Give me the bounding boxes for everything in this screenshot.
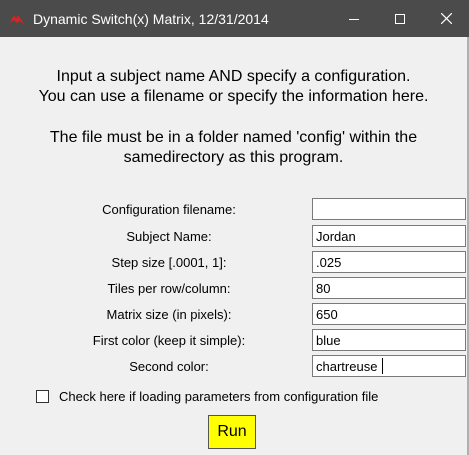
close-icon bbox=[440, 13, 452, 24]
title-bar: Dynamic Switch(x) Matrix, 12/31/2014 bbox=[0, 0, 469, 37]
instruction-line: You can use a filename or specify the in… bbox=[38, 88, 429, 105]
instruction-line: Input a subject name AND specify a confi… bbox=[56, 68, 411, 85]
field-label: Step size [.0001, 1]: bbox=[111, 255, 227, 270]
minimize-icon bbox=[349, 18, 359, 20]
instruction-line: samedirectory as this program. bbox=[123, 149, 344, 166]
field-label: Tiles per row/column: bbox=[107, 281, 231, 296]
text-caret bbox=[382, 358, 383, 374]
field-label: Subject Name: bbox=[126, 229, 212, 244]
matrix-size-input[interactable] bbox=[312, 303, 466, 325]
form-row-config-filename: Configuration filename: bbox=[0, 198, 467, 224]
form-row-tiles-per-row: Tiles per row/column: bbox=[0, 277, 467, 303]
run-button[interactable]: Run bbox=[208, 415, 256, 449]
maximize-icon bbox=[395, 13, 405, 24]
form-row-first-color: First color (keep it simple): bbox=[0, 329, 467, 355]
field-label: Second color: bbox=[129, 359, 209, 374]
field-label: First color (keep it simple): bbox=[92, 333, 246, 348]
field-label: Configuration filename: bbox=[102, 202, 236, 217]
instructions-block: Input a subject name AND specify a confi… bbox=[0, 67, 467, 107]
config-file-checkbox-row[interactable]: Check here if loading parameters from co… bbox=[36, 387, 378, 405]
form-row-second-color: Second color: bbox=[0, 355, 467, 381]
tiles-per-row-input[interactable] bbox=[312, 277, 466, 299]
config-file-checkbox[interactable] bbox=[36, 389, 49, 403]
subject-name-input[interactable] bbox=[312, 225, 466, 247]
second-color-input[interactable] bbox=[312, 355, 466, 377]
config-notice: The file must be in a folder named 'conf… bbox=[0, 128, 467, 168]
checkbox-label: Check here if loading parameters from co… bbox=[59, 388, 379, 404]
form-row-matrix-size: Matrix size (in pixels): bbox=[0, 303, 467, 329]
form-row-step-size: Step size [.0001, 1]: bbox=[0, 251, 467, 277]
config-filename-input[interactable] bbox=[312, 198, 466, 220]
step-size-input[interactable] bbox=[312, 251, 466, 273]
window-controls bbox=[331, 0, 469, 37]
maximize-button[interactable] bbox=[377, 0, 423, 37]
main-panel: Input a subject name AND specify a confi… bbox=[0, 37, 469, 455]
minimize-button[interactable] bbox=[331, 0, 377, 37]
window-title: Dynamic Switch(x) Matrix, 12/31/2014 bbox=[33, 10, 269, 27]
close-button[interactable] bbox=[423, 0, 469, 37]
first-color-input[interactable] bbox=[312, 329, 466, 351]
tk-feather-icon bbox=[9, 12, 25, 26]
instruction-line: The file must be in a folder named 'conf… bbox=[49, 129, 418, 146]
form-row-subject-name: Subject Name: bbox=[0, 225, 467, 251]
field-label: Matrix size (in pixels): bbox=[106, 307, 232, 322]
